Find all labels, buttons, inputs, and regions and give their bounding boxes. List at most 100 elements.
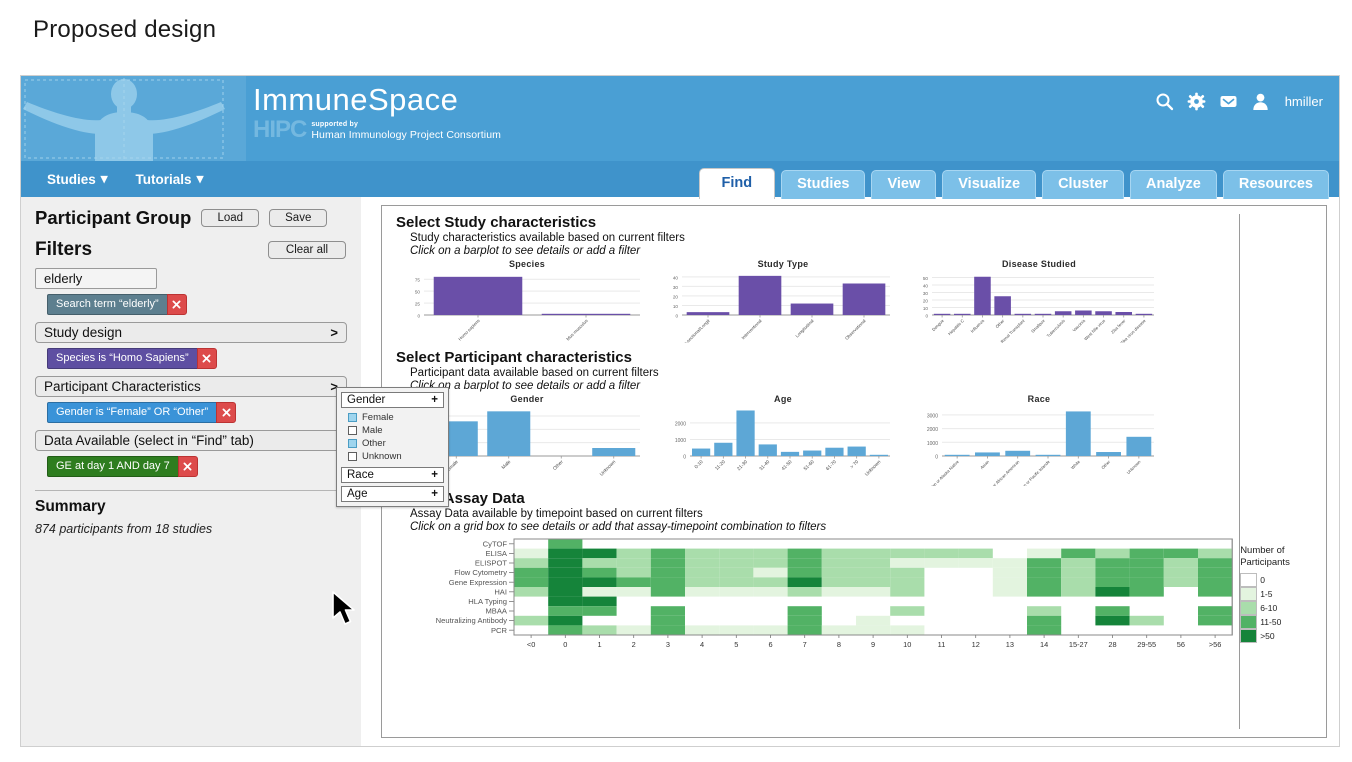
popup-section-gender[interactable]: Gender + <box>341 392 444 408</box>
legend-label: 11-50 <box>1260 617 1282 627</box>
remove-filter-icon[interactable] <box>166 294 187 315</box>
svg-text:Other: Other <box>994 318 1005 329</box>
svg-text:31-40: 31-40 <box>758 459 771 472</box>
legend-label: 6-10 <box>1260 603 1278 613</box>
popup-option-other[interactable]: Other <box>341 437 444 450</box>
heatmap-legend: Number of Participants 0 1-5 6-10 11-50 … <box>1240 535 1326 655</box>
nav-menu-studies[interactable]: Studies ▾ <box>47 171 108 187</box>
svg-text:8: 8 <box>837 640 841 649</box>
remove-filter-icon[interactable] <box>216 402 237 423</box>
svg-text:61-70: 61-70 <box>825 459 838 472</box>
checkbox-icon[interactable] <box>348 452 357 461</box>
svg-text:White: White <box>1070 459 1082 471</box>
plot-race[interactable]: 0 1000 2000 3000 American Indian or Alaska N… <box>908 404 1170 486</box>
tab-find[interactable]: Find <box>698 168 776 199</box>
plus-icon: + <box>431 469 438 481</box>
popup-section-gender-label: Gender <box>347 394 386 406</box>
filter-group-header-data-available[interactable]: Data Available (select in “Find” tab) <box>35 430 347 451</box>
checkbox-checked-icon[interactable] <box>348 439 357 448</box>
chart-race[interactable]: Race 0 1000 2000 3000 American Indian or Ala… <box>908 394 1170 486</box>
svg-text:Vaccinia: Vaccinia <box>1072 318 1087 333</box>
tab-cluster[interactable]: Cluster <box>1042 170 1125 199</box>
tab-view[interactable]: View <box>871 170 937 199</box>
human-body-graphic <box>21 76 246 161</box>
svg-text:2000: 2000 <box>927 427 938 433</box>
filter-group-header-participant-characteristics[interactable]: Participant Characteristics > <box>35 376 347 397</box>
svg-text:56: 56 <box>1177 640 1185 649</box>
svg-text:Other: Other <box>552 459 565 472</box>
svg-text:15-27: 15-27 <box>1069 640 1088 649</box>
nav-menu-tutorials[interactable]: Tutorials ▾ <box>136 171 204 187</box>
svg-text:7: 7 <box>803 640 807 649</box>
load-button[interactable]: Load <box>201 209 260 227</box>
plus-icon: + <box>431 394 438 406</box>
filter-sidebar: Participant Group Load Save Filters Clea… <box>21 197 449 746</box>
assay-heatmap[interactable]: CyTOF ELISA ELISPOT Flow Cytometry Gene Expr… <box>396 535 1234 655</box>
svg-text:9: 9 <box>871 640 875 649</box>
filter-chip-search-term[interactable]: Search term “elderly” <box>47 294 167 315</box>
search-input[interactable]: elderly <box>35 268 157 289</box>
svg-text:2: 2 <box>632 640 636 649</box>
section-title-participant: Select Participant characteristics <box>396 349 632 366</box>
tab-resources[interactable]: Resources <box>1222 170 1329 199</box>
plus-icon: + <box>431 488 438 500</box>
popup-section-age[interactable]: Age + <box>341 486 444 502</box>
plot-species[interactable]: 0 25 50 75 Homo sapiens Mus musculus <box>396 269 658 343</box>
filter-chip-gender[interactable]: Gender is “Female” OR “Other” <box>47 402 217 423</box>
svg-text:0-10: 0-10 <box>693 459 704 470</box>
legend-title: Number of Participants <box>1240 545 1290 568</box>
gear-icon[interactable] <box>1187 92 1206 111</box>
popup-option-unknown[interactable]: Unknown <box>341 450 444 463</box>
participant-group-title: Participant Group <box>35 207 192 228</box>
section-title-assay: Select Assay Data <box>396 490 525 507</box>
svg-text:Longitudinal: Longitudinal <box>794 318 814 338</box>
svg-text:3000: 3000 <box>927 413 938 419</box>
popup-section-race[interactable]: Race + <box>341 467 444 483</box>
legend-swatch <box>1240 615 1258 629</box>
save-button[interactable]: Save <box>269 209 328 227</box>
chart-species[interactable]: Species 0 25 50 75 Homo sapiens Mus musculus <box>396 259 658 343</box>
clear-all-button[interactable]: Clear all <box>268 241 346 259</box>
legend-label: >50 <box>1260 631 1275 641</box>
username-label[interactable]: hmiller <box>1285 94 1323 109</box>
checkbox-icon[interactable] <box>348 426 357 435</box>
plot-disease-studied[interactable]: 0 10 20 30 40 50 Dengue Hepatitis C Influenza Oth… <box>908 269 1170 343</box>
inbox-icon[interactable] <box>1219 92 1238 111</box>
svg-text:1000: 1000 <box>927 441 938 447</box>
chart-age[interactable]: Age 0 1000 2000 0-10 11-20 21-30 31-40 41-50 51-… <box>658 394 908 486</box>
tab-studies[interactable]: Studies <box>781 170 866 199</box>
plot-age[interactable]: 0 1000 2000 0-10 11-20 21-30 31-40 41-50 51-60 61… <box>658 404 908 486</box>
svg-text:American Indian or Alaska Nati: American Indian or Alaska Native <box>913 459 961 486</box>
assay-heatmap-wrap: CyTOF ELISA ELISPOT Flow Cytometry Gene Expr… <box>382 535 1326 655</box>
chart-title-species: Species <box>508 259 546 269</box>
participant-chart-row: Gender 0100020003000FemaleMaleOtherUnkno… <box>396 394 1326 486</box>
svg-text:Homo sapiens: Homo sapiens <box>457 318 481 342</box>
section-sub-study-2: Click on a barplot to see details or add… <box>410 245 641 257</box>
legend-item: 1-5 <box>1240 587 1326 601</box>
svg-text:CyTOF: CyTOF <box>483 539 508 548</box>
chart-disease-studied[interactable]: Disease Studied 0 10 20 30 40 50 Dengue Hepatit… <box>908 259 1170 343</box>
user-icon[interactable] <box>1251 92 1270 111</box>
chart-title-study-type: Study Type <box>757 259 809 269</box>
remove-filter-icon[interactable] <box>196 348 217 369</box>
tab-analyze[interactable]: Analyze <box>1130 170 1217 199</box>
filter-chip-species[interactable]: Species is “Homo Sapiens” <box>47 348 197 369</box>
tab-visualize[interactable]: Visualize <box>942 170 1037 199</box>
filter-chip-row: Species is “Homo Sapiens” <box>47 348 347 369</box>
popup-option-male[interactable]: Male <box>341 424 444 437</box>
filter-group-header-study-design[interactable]: Study design > <box>35 322 347 343</box>
svg-text:Tuberculosis: Tuberculosis <box>1046 318 1066 338</box>
checkbox-checked-icon[interactable] <box>348 413 357 422</box>
section-sub-participant-1: Participant data available based on curr… <box>410 367 659 379</box>
nav-menus: Studies ▾ Tutorials ▾ <box>47 161 203 197</box>
filter-chip-gene-expression[interactable]: GE at day 1 AND day 7 <box>47 456 178 477</box>
section-sub-participant-2: Click on a barplot to see details or add… <box>410 380 641 392</box>
remove-filter-icon[interactable] <box>177 456 198 477</box>
plot-study-type[interactable]: 0 10 20 30 40 Cross-sectional/Longit Intervent… <box>658 269 908 343</box>
svg-text:6: 6 <box>768 640 772 649</box>
popup-option-female[interactable]: Female <box>341 411 444 424</box>
mouse-cursor <box>331 591 361 632</box>
search-icon[interactable] <box>1155 92 1174 111</box>
svg-text:50: 50 <box>415 290 421 295</box>
chart-study-type[interactable]: Study Type 0 10 20 30 40 Cross-sectional/Long… <box>658 259 908 343</box>
